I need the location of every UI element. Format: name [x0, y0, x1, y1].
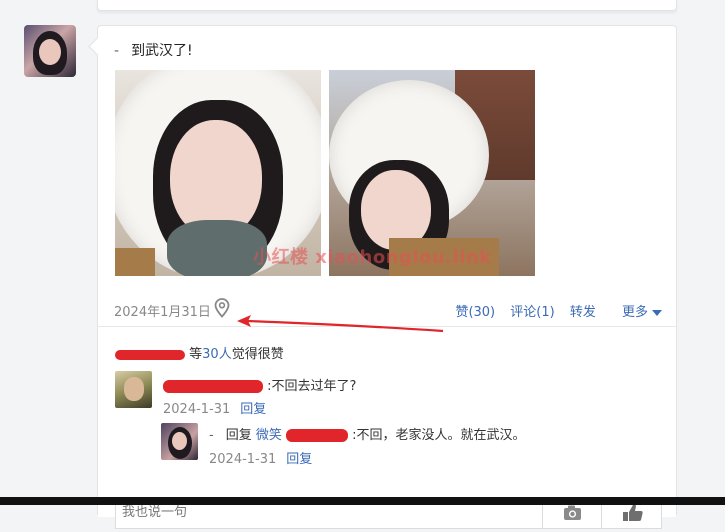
photo-coat — [115, 248, 155, 276]
feedback-area: 等30人觉得很赞 :不回去过年了? 2024-1-31 回复 - 回复 微笑:… — [98, 326, 676, 529]
replier-avatar[interactable] — [161, 423, 198, 460]
likes-count[interactable]: 30人 — [202, 347, 232, 362]
reply-date: 2024-1-31 — [209, 452, 277, 467]
reply-meta: 2024-1-31 回复 — [209, 448, 312, 467]
reply-button[interactable]: 回复 — [240, 402, 266, 417]
avatar-head — [124, 377, 144, 401]
comment-date: 2024-1-31 — [163, 402, 231, 417]
comment-item: :不回去过年了? 2024-1-31 回复 — [115, 371, 655, 417]
reply-text-row: - 回复 微笑 :不回，老家没人。就在武汉。 — [209, 424, 526, 443]
reply-text: :不回，老家没人。就在武汉。 — [352, 428, 526, 443]
previous-post-card — [97, 0, 677, 11]
reply-dash: - — [209, 428, 214, 443]
post-content: 到武汉了! — [131, 43, 193, 59]
comment-text-row: :不回去过年了? — [163, 375, 356, 394]
more-label: 更多 — [621, 305, 648, 320]
post-card: - 到武汉了! 小红楼 xiaohonglou.link 2024年1月31日 赞… — [88, 25, 677, 529]
post-date: 2024年1月31日 — [114, 305, 211, 320]
reply-item: - 回复 微笑 :不回，老家没人。就在武汉。 2024-1-31 回复 — [161, 423, 651, 467]
bottom-bar — [0, 497, 725, 505]
likes-prefix: 等 — [189, 347, 203, 362]
post-dash: - — [114, 43, 120, 59]
location-pin-icon[interactable] — [214, 298, 230, 322]
like-action[interactable]: 赞(30) — [455, 305, 495, 320]
watermark: 小红楼 xiaohonglou.link — [253, 247, 492, 268]
likes-summary: 等30人觉得很赞 — [115, 343, 284, 362]
share-action[interactable]: 转发 — [570, 305, 596, 320]
card-pointer — [88, 37, 107, 56]
reply-word: 回复 — [225, 428, 252, 443]
comment-meta: 2024-1-31 回复 — [163, 398, 266, 417]
post-text: - 到武汉了! — [114, 40, 193, 60]
commenter-avatar[interactable] — [115, 371, 152, 408]
avatar-face — [172, 432, 187, 450]
redacted-replier-name — [286, 429, 349, 442]
comment-action[interactable]: 评论(1) — [510, 305, 554, 320]
annotation-arrow — [237, 315, 444, 333]
author-avatar[interactable] — [24, 25, 76, 77]
more-action[interactable]: 更多 — [611, 305, 662, 320]
reply-to-user[interactable]: 微笑 — [256, 428, 282, 443]
reply-button[interactable]: 回复 — [286, 452, 312, 467]
comment-text: :不回去过年了? — [267, 379, 357, 394]
redacted-commenter-name — [163, 380, 263, 393]
avatar-face — [39, 39, 61, 65]
post-actions: 赞(30) 评论(1) 转发 更多 — [444, 301, 662, 320]
photo-scarf — [167, 220, 267, 276]
redacted-names — [115, 349, 185, 360]
caret-down-icon — [652, 309, 662, 316]
likes-suffix: 觉得很赞 — [231, 347, 284, 362]
